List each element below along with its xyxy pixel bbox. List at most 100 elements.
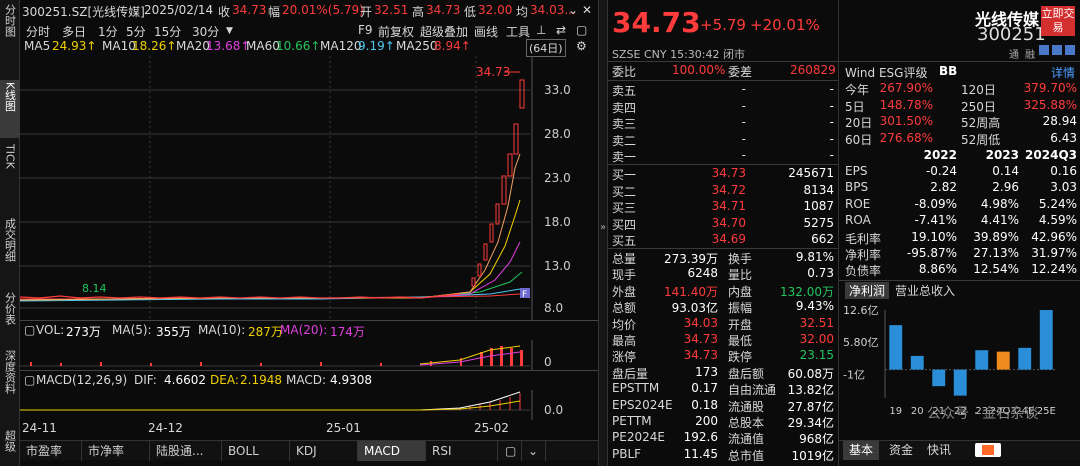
weibi-label: 委比 (612, 65, 637, 79)
settings-gear-icon[interactable]: ⚙ (576, 39, 587, 53)
order-book-row: 卖三 - - (612, 115, 838, 132)
financial-row: ROE -8.09% 4.98% 5.24% (845, 197, 1080, 213)
quote-time: 15:30:42 (670, 48, 720, 61)
tab-hk-connect[interactable]: 陆股通... (150, 441, 222, 461)
tab-pb[interactable]: 市净率 (82, 441, 150, 461)
exchange: SZSE (612, 48, 641, 61)
profit-bar-21 (932, 369, 946, 387)
stat-value: 60.08万 (787, 366, 834, 381)
ma10-value: 18.26↑ (132, 39, 177, 53)
f9-button[interactable]: F9 (358, 23, 373, 37)
rong-badge: 融 (1025, 50, 1035, 61)
window-icon[interactable] (1065, 45, 1075, 55)
volume-chart[interactable]: 0 (20, 340, 598, 370)
profit-bar-chart[interactable]: 12.6亿5.80亿-1亿 19 20 21 22 23 24Q324E 25E 公众号 ·… (839, 300, 1080, 440)
tab-pe[interactable]: 市盈率 (20, 441, 82, 461)
stock-code-name: 300251.SZ[光线传媒] (22, 5, 145, 19)
chevron-down-icon[interactable]: ▼ (226, 26, 233, 36)
collapse-icon[interactable]: ▢ (24, 373, 35, 387)
divider (608, 61, 838, 62)
tab-expand-icon[interactable]: ▢ (500, 441, 522, 461)
financial-value: 31.97% (1031, 246, 1077, 260)
financial-label: ROE (845, 196, 871, 211)
financial-label: BPS (845, 180, 869, 195)
stat-row: PETTM 200 总股本 29.34亿 (612, 414, 838, 431)
profit-bar-23 (975, 350, 989, 370)
tab-capital[interactable]: 资金 (889, 441, 913, 460)
tab-macd[interactable]: MACD (358, 441, 426, 461)
brand-s-icon[interactable] (975, 443, 1001, 457)
price-tick-23: 23.0 (544, 171, 571, 185)
book-level-label: 卖二 (612, 133, 637, 148)
tab-intraday[interactable]: 分时图 (0, 2, 20, 72)
divider (608, 164, 838, 165)
tab-news[interactable]: 快讯 (927, 441, 951, 460)
tong-badge: 通 (1009, 50, 1019, 61)
tab-net-profit[interactable]: 净利润 (845, 282, 890, 299)
stat-label: 盘后额 (728, 366, 765, 381)
chevron-down-icon[interactable]: ⌄ (522, 441, 546, 461)
period-badge[interactable]: (64日) (526, 39, 566, 57)
trade-button[interactable]: 立即交易 (1041, 6, 1075, 36)
tab-depth-label: 深度资料 (3, 350, 17, 394)
sync-icon[interactable]: ⇄ (556, 23, 566, 37)
order-book-row: 卖五 - - (612, 82, 838, 99)
profit-bar-19 (889, 325, 903, 370)
ma60-label: MA60 (246, 39, 280, 53)
dropdown-chevron-icon[interactable]: ⌄ (568, 3, 578, 17)
grid-icon[interactable] (1039, 45, 1049, 55)
expand-arrow-icon[interactable]: » (600, 222, 606, 233)
date-tick: 25-02 (474, 421, 509, 435)
tab-rsi[interactable]: RSI (426, 441, 498, 461)
open-value: 32.51 (374, 3, 409, 17)
kline-chart[interactable]: 34.73 8.14 F 33.0 28.0 23.0 18.0 13.0 8.… (20, 56, 598, 320)
tab-price-table[interactable]: 分价表 (0, 290, 20, 342)
vol-ma10-value: 287万 (248, 325, 283, 339)
stat-value: 9.43% (795, 299, 834, 314)
book-level-label: 卖四 (612, 100, 637, 115)
pin-icon[interactable]: ⊥ (536, 23, 546, 37)
esg-label: Wind ESG评级 (845, 66, 928, 80)
esg-detail-link[interactable]: 详情 (1051, 64, 1075, 81)
book-price: 34.71 (711, 199, 746, 213)
tab-revenue[interactable]: 营业总收入 (895, 282, 955, 299)
trade-button-label: 立即交易 (1041, 7, 1075, 34)
watermark: 公众号 · 金石杂谈 (927, 406, 1038, 422)
ma5-label: MA5 (24, 39, 51, 53)
tab-kdj[interactable]: KDJ (290, 441, 358, 461)
tab-basic[interactable]: 基本 (843, 441, 880, 460)
macd-chart[interactable]: 0.0 (20, 390, 598, 420)
last-price: 34.73 (612, 6, 701, 39)
tab-depth[interactable]: 深度资料 (0, 348, 20, 426)
collapse-icon[interactable]: ▢ (24, 323, 35, 337)
performance-row: 20日 301.50% 52周高 28.94 (845, 114, 1080, 130)
macd-legend: ▢ MACD(12,26,9) DIF: 4.6602 DEA: 2.1948 … (20, 372, 598, 390)
close-icon[interactable]: ✕ (582, 3, 592, 17)
avg-label: 均 (516, 5, 529, 19)
panel-divider[interactable]: » (598, 0, 608, 466)
tab-boll-label: BOLL (228, 444, 259, 458)
stat-label: 量比 (728, 268, 753, 283)
dea-value: 2.1948 (240, 373, 282, 387)
tab-net-profit-label: 净利润 (849, 284, 886, 298)
perf-value: 379.70% (1023, 81, 1077, 95)
book-price: 34.73 (711, 166, 746, 180)
tab-tick[interactable]: TICK (0, 142, 20, 212)
stat-label: PETTM (612, 414, 652, 428)
profit-bar-24Q3 (996, 351, 1010, 370)
stat-label: 内盘 (728, 284, 753, 299)
book-price: - (741, 82, 746, 96)
stat-row: PE2024E 192.6 流通值 968亿 (612, 430, 838, 447)
tab-super[interactable]: 超级 (0, 428, 20, 464)
window-icon[interactable]: ▢ (576, 23, 587, 37)
vol-value: 273万 (66, 325, 101, 339)
close-icon[interactable] (1052, 45, 1062, 55)
profit-bar-20 (910, 355, 924, 370)
tab-kline[interactable]: K线图 (0, 80, 20, 138)
profit-bar-22 (953, 369, 967, 396)
book-level-label: 卖一 (612, 150, 637, 164)
exchange-info: SZSE CNY 15:30:42 闭市 (612, 46, 745, 62)
tab-trade-detail[interactable]: 成交明细 (0, 216, 20, 286)
macd-value: 4.9308 (330, 373, 372, 387)
tab-boll[interactable]: BOLL (222, 441, 290, 461)
